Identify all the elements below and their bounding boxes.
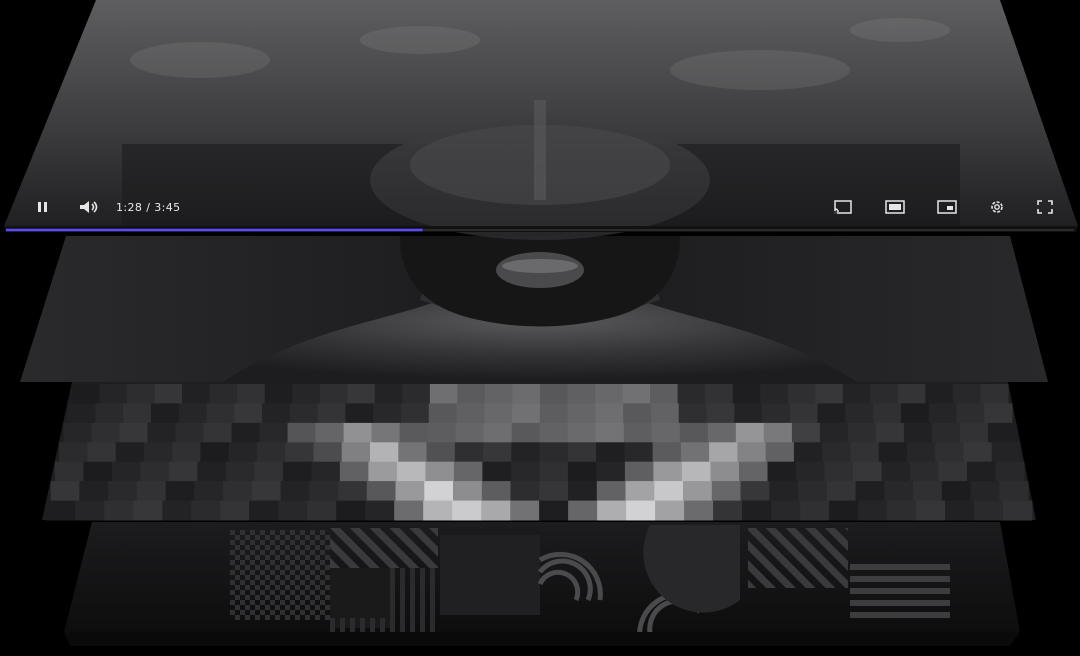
player-controls: 1:28 / 3:45 bbox=[34, 194, 1054, 220]
volume-icon bbox=[80, 201, 98, 213]
fullscreen-button[interactable] bbox=[1036, 199, 1054, 215]
theater-mode-button[interactable] bbox=[884, 199, 906, 215]
miniplayer-icon bbox=[937, 200, 957, 214]
settings-button[interactable] bbox=[988, 198, 1006, 216]
cast-button[interactable] bbox=[832, 199, 854, 215]
miniplayer-button[interactable] bbox=[936, 199, 958, 215]
pause-icon bbox=[38, 202, 47, 212]
gear-icon bbox=[991, 201, 1003, 213]
fullscreen-icon bbox=[1037, 200, 1053, 214]
video-player-layer bbox=[4, 0, 1078, 240]
time-display: 1:28 / 3:45 bbox=[116, 200, 181, 214]
theater-mode-icon bbox=[885, 200, 905, 214]
volume-button[interactable] bbox=[78, 199, 100, 215]
play-pause-button[interactable] bbox=[34, 199, 52, 215]
progress-bar[interactable] bbox=[0, 228, 1080, 236]
cast-icon bbox=[834, 200, 852, 214]
